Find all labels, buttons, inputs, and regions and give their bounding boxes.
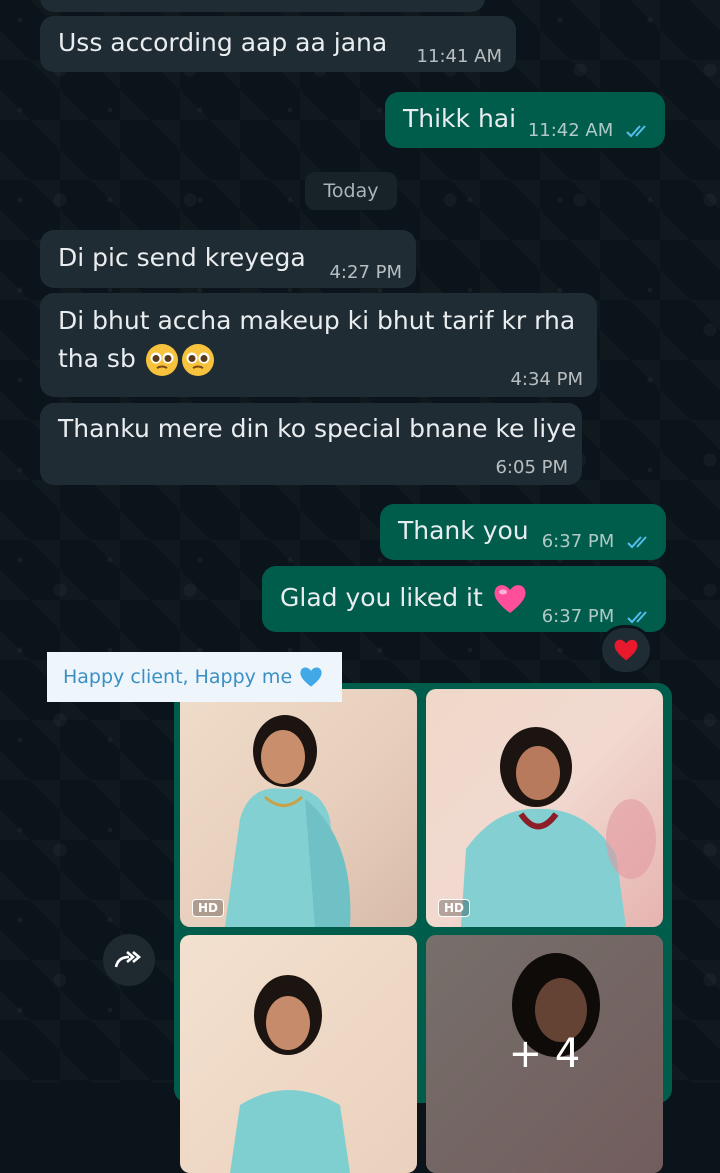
caption-label: Happy client, Happy me	[47, 652, 342, 702]
forward-icon	[114, 951, 142, 968]
double-check-icon	[627, 611, 647, 624]
forward-button[interactable]	[103, 934, 155, 986]
message-time: 6:05 PM	[495, 457, 568, 478]
woman-in-turquoise-saree-photo	[461, 727, 656, 927]
album-photo-3[interactable]	[180, 935, 417, 1173]
message-text: Thanku mere din ko special bnane ke liye	[58, 414, 577, 443]
album-photo-1[interactable]: HD	[180, 689, 417, 927]
message-time: 4:27 PM	[329, 262, 402, 283]
hd-badge: HD	[192, 899, 225, 917]
message-bubble-outgoing[interactable]: Thikk hai 11:42 AM	[385, 92, 665, 148]
message-bubble-incoming[interactable]: Uss according aap aa jana 11:41 AM	[40, 16, 516, 72]
album-photo-2[interactable]: HD	[426, 689, 663, 927]
message-text-content: Glad you liked it	[280, 583, 483, 612]
message-text: Thikk hai	[403, 104, 517, 133]
red-heart-icon	[614, 639, 638, 661]
woman-portrait-photo	[230, 975, 350, 1173]
hd-badge: HD	[438, 899, 471, 917]
message-time-text: 6:37 PM	[541, 531, 615, 552]
message-text-line1: Di bhut accha makeup ki bhut tarif kr rh…	[58, 306, 576, 335]
message-text: Glad you liked it	[280, 580, 529, 616]
message-text-line2: tha sb	[58, 341, 216, 378]
pink-heart-emoji-icon	[494, 585, 526, 613]
caption-text: Happy client, Happy me	[63, 666, 293, 688]
message-bubble-outgoing[interactable]: Glad you liked it 6:37 PM	[262, 566, 666, 632]
message-bubble-incoming[interactable]: Thanku mere din ko special bnane ke liye…	[40, 403, 582, 485]
more-photos-overlay[interactable]: + 4	[426, 935, 663, 1173]
message-reaction[interactable]	[602, 628, 650, 672]
photo-album-message[interactable]: HD HD + 4	[174, 683, 672, 1173]
message-time-text: 6:37 PM	[541, 606, 615, 627]
message-time: 4:34 PM	[510, 369, 583, 390]
clipped-message-bubble[interactable]	[40, 0, 485, 12]
more-photos-count: + 4	[508, 1031, 581, 1077]
date-divider: Today	[305, 172, 397, 210]
pleading-face-emoji-icon	[145, 344, 178, 376]
message-bubble-incoming[interactable]: Di pic send kreyega 4:27 PM	[40, 230, 416, 288]
message-time-text: 11:42 AM	[527, 120, 614, 141]
message-text: Thank you	[398, 516, 529, 545]
album-photo-more[interactable]: + 4	[426, 935, 663, 1173]
message-text-line2-text: tha sb	[58, 344, 136, 373]
message-time: 11:41 AM	[416, 46, 502, 67]
message-text: Uss according aap aa jana	[58, 28, 388, 57]
double-check-icon	[627, 536, 647, 549]
message-time: 6:37 PM	[542, 604, 654, 630]
message-bubble-outgoing[interactable]: Thank you 6:37 PM	[380, 504, 666, 560]
blue-heart-emoji-icon	[300, 667, 322, 687]
pleading-face-emoji-icon	[181, 344, 214, 376]
message-bubble-incoming[interactable]: Di bhut accha makeup ki bhut tarif kr rh…	[40, 293, 597, 397]
message-time: 6:37 PM	[542, 529, 654, 555]
woman-in-turquoise-saree-photo	[225, 715, 351, 927]
message-time: 11:42 AM	[528, 118, 653, 144]
double-check-icon	[626, 125, 646, 138]
message-text: Di pic send kreyega	[58, 243, 306, 272]
